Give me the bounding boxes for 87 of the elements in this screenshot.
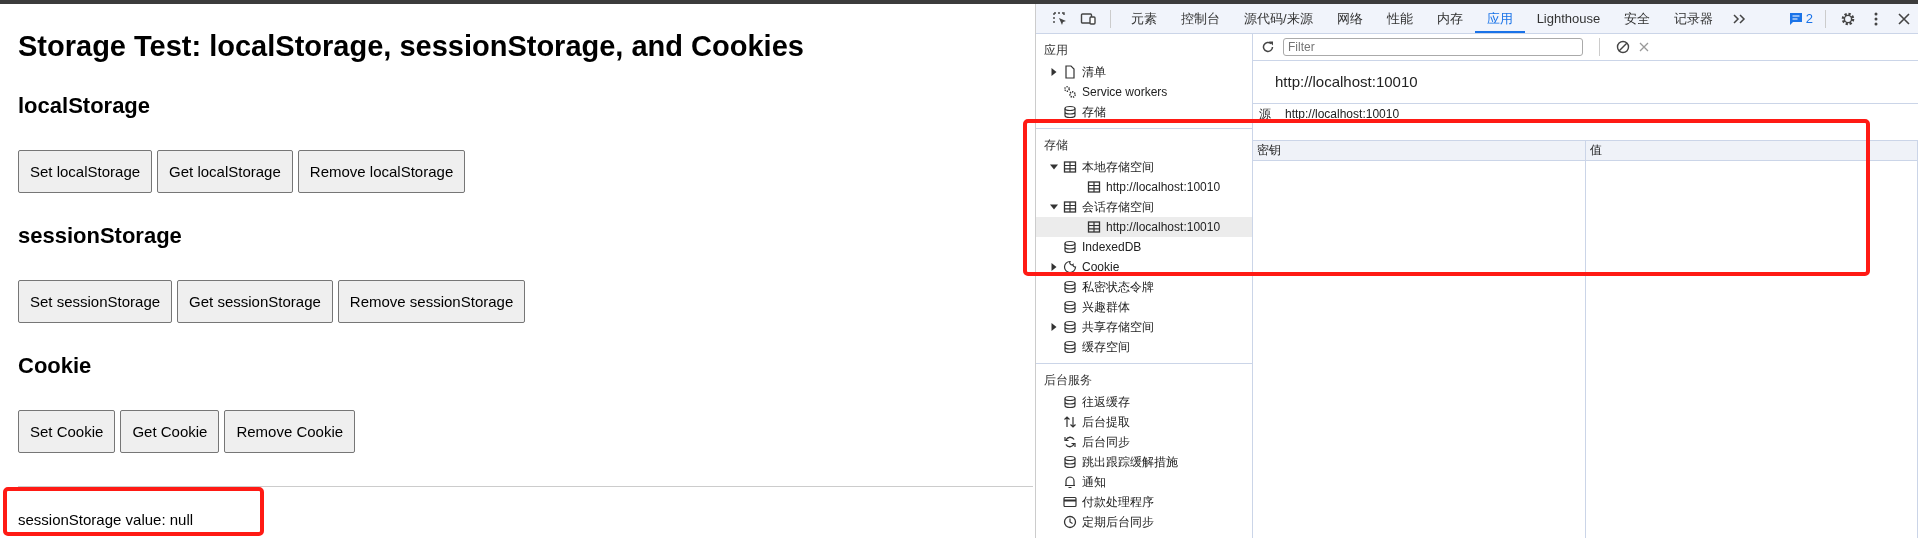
sidebar-heading: 存储	[1043, 137, 1069, 154]
database-icon	[1063, 320, 1077, 334]
sidebar-heading: 后台服务	[1043, 372, 1093, 389]
message-icon	[1788, 11, 1803, 26]
table-icon	[1063, 160, 1077, 174]
sidebar-item[interactable]: Cookie	[1036, 257, 1252, 277]
sidebar-item[interactable]: 存储	[1036, 102, 1252, 122]
database-icon	[1063, 280, 1077, 294]
devtools-tab[interactable]: 性能	[1374, 4, 1425, 33]
devtools-tab[interactable]: 元素	[1119, 4, 1169, 33]
device-icon[interactable]	[1080, 10, 1096, 27]
expand-arrow-icon[interactable]	[1050, 263, 1058, 271]
database-icon	[1063, 105, 1077, 119]
table-icon	[1063, 200, 1077, 214]
bell-icon	[1063, 475, 1077, 489]
expand-arrow-icon[interactable]	[1050, 323, 1058, 331]
up-down-arrows-icon	[1063, 415, 1077, 429]
issues-button[interactable]: 2	[1784, 11, 1817, 26]
action-button[interactable]: Remove sessionStorage	[337, 280, 526, 323]
expand-arrow-icon[interactable]	[1050, 68, 1058, 76]
action-button[interactable]: Set localStorage	[18, 150, 153, 193]
expand-arrow-icon[interactable]	[1050, 163, 1058, 171]
result-text: sessionStorage value: null	[18, 511, 195, 528]
action-button[interactable]: Remove localStorage	[297, 150, 466, 193]
sidebar-item[interactable]: 清单	[1036, 62, 1252, 82]
sidebar-item[interactable]: 付款处理程序	[1036, 492, 1252, 512]
devtools-tab[interactable]: Lighthouse	[1524, 4, 1613, 33]
page-title: Storage Test: localStorage, sessionStorage, and Cookies	[18, 30, 805, 63]
sidebar-item[interactable]: IndexedDB	[1036, 237, 1252, 257]
sidebar-item[interactable]: 后台同步	[1036, 432, 1252, 452]
table-icon	[1087, 220, 1101, 234]
origin-label: 源	[1259, 105, 1271, 123]
sidebar-item[interactable]: 通知	[1036, 472, 1252, 492]
database-icon	[1063, 455, 1077, 469]
sidebar-item[interactable]: http://localhost:10010	[1036, 177, 1252, 197]
devtools-tab[interactable]: 安全	[1612, 4, 1663, 33]
section-heading: Cookie	[18, 353, 93, 379]
action-button[interactable]: Set Cookie	[18, 410, 116, 453]
filter-field[interactable]: Filter	[1283, 38, 1583, 56]
clock-icon	[1063, 515, 1077, 529]
database-icon	[1063, 300, 1077, 314]
sidebar-item[interactable]: 会话存储空间	[1036, 197, 1252, 217]
delete-icon[interactable]	[1638, 41, 1650, 53]
sidebar-item[interactable]: 定期后台同步	[1036, 512, 1252, 532]
settings-icon[interactable]	[1840, 10, 1856, 27]
sync-icon	[1063, 435, 1077, 449]
sidebar-item[interactable]: http://localhost:10010	[1036, 217, 1252, 237]
card-icon	[1063, 495, 1077, 509]
column-header[interactable]: 值	[1585, 141, 1918, 160]
sidebar-item[interactable]: 共享存储空间	[1036, 317, 1252, 337]
section-heading: localStorage	[18, 93, 152, 119]
action-button[interactable]: Set sessionStorage	[18, 280, 173, 323]
origin-value: http://localhost:10010	[1285, 107, 1400, 121]
file-icon	[1063, 65, 1077, 79]
sidebar-item[interactable]: 后台提取	[1036, 412, 1252, 432]
table-icon	[1087, 180, 1101, 194]
sidebar-item[interactable]: 往返缓存	[1036, 392, 1252, 412]
close-icon[interactable]	[1896, 10, 1912, 27]
sidebar-item[interactable]: 本地存储空间	[1036, 157, 1252, 177]
cookie-icon	[1063, 260, 1077, 274]
devtools-tab[interactable]: 应用	[1474, 4, 1525, 33]
database-icon	[1063, 395, 1077, 409]
sidebar-item[interactable]: 缓存空间	[1036, 337, 1252, 357]
devtools-tab[interactable]: 源代码/来源	[1232, 4, 1325, 33]
inspect-icon[interactable]	[1052, 10, 1068, 27]
sidebar-item[interactable]: 跳出跟踪缓解措施	[1036, 452, 1252, 472]
database-icon	[1063, 340, 1077, 354]
sidebar-heading: 应用	[1043, 42, 1069, 59]
clear-all-icon[interactable]	[1616, 40, 1630, 54]
gears-icon	[1063, 85, 1077, 99]
devtools-tab[interactable]: 网络	[1324, 4, 1375, 33]
devtools-tab[interactable]: 内存	[1424, 4, 1475, 33]
action-button[interactable]: Remove Cookie	[224, 410, 356, 453]
refresh-icon[interactable]	[1261, 40, 1275, 54]
expand-arrow-icon[interactable]	[1050, 203, 1058, 211]
sidebar-item[interactable]: 兴趣群体	[1036, 297, 1252, 317]
action-button[interactable]: Get localStorage	[157, 150, 293, 193]
devtools-tab[interactable]: 控制台	[1169, 4, 1232, 33]
origin-title: http://localhost:10010	[1253, 61, 1918, 104]
devtools-tab[interactable]: 记录器	[1662, 4, 1726, 33]
action-button[interactable]: Get Cookie	[120, 410, 220, 453]
section-heading: sessionStorage	[18, 223, 183, 249]
column-header[interactable]: 密钥	[1253, 141, 1586, 160]
action-button[interactable]: Get sessionStorage	[177, 280, 333, 323]
database-icon	[1063, 240, 1077, 254]
sidebar-item[interactable]: Service workers	[1036, 82, 1252, 102]
sidebar-item[interactable]: 私密状态令牌	[1036, 277, 1252, 297]
